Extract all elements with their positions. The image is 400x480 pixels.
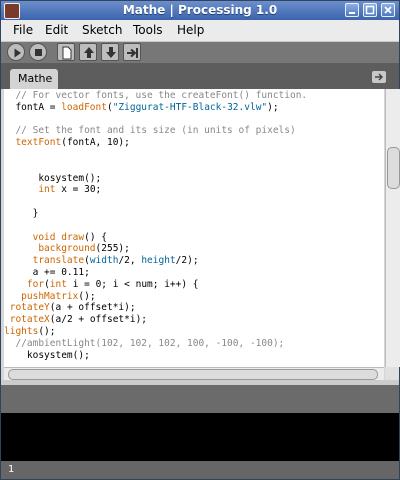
line-number: 1 [8,464,15,475]
horizontal-scroll-thumb[interactable] [8,369,378,380]
tab-mathe[interactable]: Mathe [10,69,58,89]
code-line: rotateX(a/2 + offset*i); [9,314,148,326]
code-line: fontA = loadFont("Ziggurat-HTF-Black-32.… [4,101,279,113]
stop-icon[interactable] [29,43,47,61]
code-line: background(255); [38,243,130,255]
code-line: textFont(fontA, 10); [15,137,130,149]
menu-help[interactable]: Help [177,23,204,37]
save-icon[interactable] [101,43,119,61]
code-line: rotateY(a + offset*i); [9,302,136,314]
menu-tools[interactable]: Tools [133,23,163,37]
tab-menu-arrow-icon[interactable] [372,71,386,83]
vertical-scroll-thumb[interactable] [387,147,400,189]
code-text[interactable]: // For vector fonts, use the createFont(… [4,90,307,361]
menu-edit[interactable]: Edit [45,23,68,37]
code-line: kosystem(); [4,172,102,184]
vertical-scrollbar[interactable] [385,89,400,367]
minimize-icon[interactable] [345,3,359,17]
console-area[interactable] [1,413,399,461]
code-line: a += 0.11; [4,266,90,278]
line-status-bar: 1 [1,461,399,479]
maximize-icon[interactable] [363,3,377,17]
code-line: //ambientLight(102, 102, 102, 100, -100,… [4,337,285,349]
code-line: kosystem(); [4,349,90,361]
code-editor[interactable]: // For vector fonts, use the createFont(… [4,89,384,367]
menu-bar: File Edit Sketch Tools Help [1,20,399,42]
new-icon[interactable] [57,43,75,61]
code-line: for(int i = 0; i < num; i++) { [26,278,199,290]
processing-window: Mathe | Processing 1.0 File Edit Sketch … [0,0,400,480]
code-line: int x = 30; [38,184,102,196]
horizontal-scrollbar[interactable] [4,367,384,381]
code-line: // For vector fonts, use the createFont(… [4,90,308,101]
scroll-corner [385,367,399,380]
window-title: Mathe | Processing 1.0 [122,3,278,17]
open-icon[interactable] [79,43,97,61]
export-icon[interactable] [123,43,141,61]
code-line: void draw() { [32,231,108,243]
code-line: } [4,207,39,219]
code-line: translate(width/2, height/2); [32,255,199,267]
menu-sketch[interactable]: Sketch [82,23,122,37]
title-bar[interactable]: Mathe | Processing 1.0 [1,1,399,20]
code-line: // Set the font and its size (in units o… [4,125,296,137]
toolbar [1,42,399,63]
close-icon[interactable] [381,3,395,17]
code-line: pushMatrix(); [21,290,96,302]
code-line: lights(); [4,325,56,337]
run-icon[interactable] [7,43,25,61]
tab-strip: Mathe [1,63,399,89]
menu-file[interactable]: File [13,23,33,37]
message-area [1,385,399,413]
